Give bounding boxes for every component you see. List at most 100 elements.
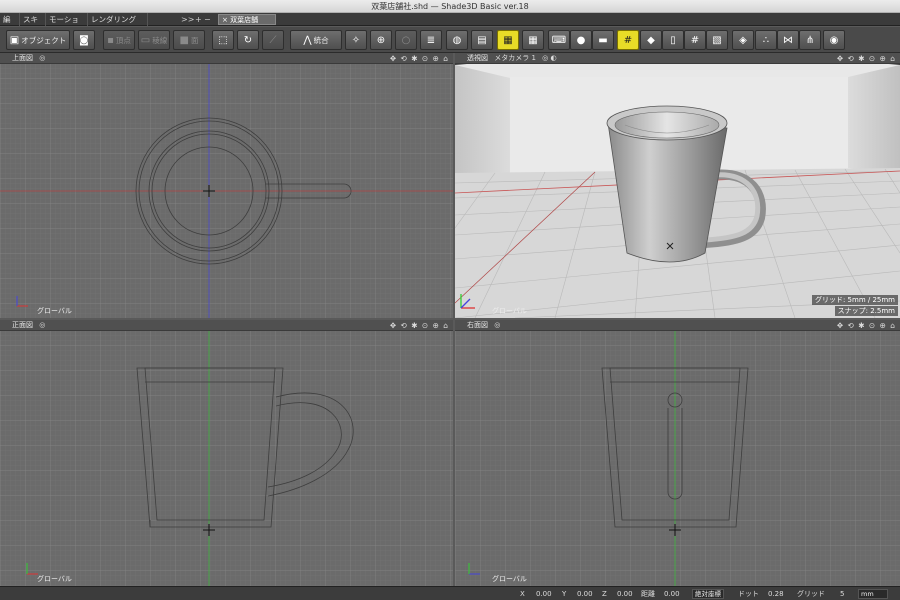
- head-icon: ●: [576, 34, 586, 46]
- globe-button[interactable]: ◍: [446, 30, 468, 50]
- ring-button[interactable]: ○: [395, 30, 417, 50]
- perspective-coordinate-label[interactable]: グローバル: [492, 306, 527, 316]
- x-coord-label: X: [520, 590, 525, 598]
- unit-select[interactable]: mm: [858, 589, 888, 599]
- camera-icon: ◙: [79, 34, 89, 46]
- grid-info: グリッド: 5mm / 25mm: [811, 295, 898, 305]
- grid-table-icon: ▦: [528, 34, 538, 46]
- sphere-icon: ◉: [829, 34, 839, 46]
- expand-tabs-button[interactable]: >>: [181, 13, 194, 26]
- merge-button[interactable]: ⋀ 統合: [290, 30, 342, 50]
- merge-label: 統合: [313, 35, 329, 45]
- grid-toggle-button[interactable]: #: [617, 30, 639, 50]
- layers-icon: ≣: [426, 34, 436, 46]
- close-document-icon[interactable]: ×: [222, 16, 228, 24]
- document-tab[interactable]: × 双葉店舗社.shd: [218, 14, 276, 35]
- keyboard-button[interactable]: ⌨: [548, 30, 570, 50]
- y-coord-label: Y: [562, 590, 567, 598]
- tool-a-button[interactable]: ✧: [345, 30, 367, 50]
- document-icon: ▯: [670, 34, 676, 46]
- selection-frame-icon: ⬚: [218, 34, 228, 46]
- target-button[interactable]: ⊕: [370, 30, 392, 50]
- camera-button[interactable]: ◙: [73, 30, 95, 50]
- dots-icon: ∴: [762, 34, 770, 46]
- top-view-title: 上面図: [12, 54, 33, 62]
- viewport-perspective[interactable]: 透視図 メタカメラ 1 ◎ ◐ ✥ ⟲ ✱ ⊙ ⊕ ⌂ グリッド: 5mm / …: [455, 53, 900, 318]
- status-bar: X 0.00 Y 0.00 Z 0.00 距離 0.00 絶対座標 ドット 0.…: [0, 586, 900, 600]
- edge-label: 稜線: [152, 35, 168, 45]
- mesh-button[interactable]: ⋈: [777, 30, 799, 50]
- front-view-title: 正面図: [12, 321, 33, 329]
- four-view-button[interactable]: ▦: [497, 30, 519, 50]
- menu-tab-motion[interactable]: モーション: [46, 13, 88, 37]
- top-view-coordinate-label[interactable]: グローバル: [37, 306, 72, 316]
- menu-tab-rendering[interactable]: レンダリング: [88, 13, 148, 26]
- view-navigation-icons[interactable]: ✥ ⟲ ✱ ⊙ ⊕ ⌂: [837, 320, 896, 331]
- vertex-mode-button[interactable]: ▪ 頂点: [103, 30, 135, 50]
- edge-mode-button[interactable]: ▭ 稜線: [138, 30, 170, 50]
- camera-selector[interactable]: メタカメラ 1: [494, 53, 536, 64]
- object-mode-button[interactable]: ▣ オブジェクト: [6, 30, 70, 50]
- keyboard-icon: ⌨: [551, 34, 567, 46]
- rotate-button[interactable]: ↻: [237, 30, 259, 50]
- vertex-icon: ▪: [107, 34, 114, 46]
- face-mode-button[interactable]: ■ 面: [173, 30, 205, 50]
- front-view-canvas[interactable]: [0, 320, 453, 586]
- view-navigation-icons[interactable]: ✥ ⟲ ✱ ⊙ ⊕ ⌂: [837, 53, 896, 64]
- viewport-front[interactable]: 正面図 ◎ ✥ ⟲ ✱ ⊙ ⊕ ⌂ グローバル: [0, 320, 453, 586]
- four-view-icon: ▦: [503, 34, 513, 46]
- view-options-icon[interactable]: ◎: [39, 53, 45, 64]
- y-coord-value: 0.00: [577, 590, 593, 598]
- view-options-icon[interactable]: ◎: [494, 320, 500, 331]
- coordinate-mode-select[interactable]: 絶対座標: [692, 589, 724, 599]
- viewport-top[interactable]: 上面図 ◎ ✥ ⟲ ✱ ⊙ ⊕ ⌂ グローバル: [0, 53, 453, 318]
- top-view-canvas[interactable]: [0, 53, 453, 318]
- menu-tab-edit[interactable]: 編集: [0, 13, 20, 37]
- main-toolbar: ▣ オブジェクト ◙ ▪ 頂点 ▭ 稜線 ■ 面 ⬚ ↻ ⟋ ⋀ 統合 ✧ ⊕ ○ ≣ …: [0, 27, 900, 53]
- edge-icon: ▭: [140, 34, 151, 46]
- grid-table-button[interactable]: ▦: [522, 30, 544, 50]
- objects-icon: ◆: [647, 34, 655, 46]
- display-button[interactable]: ▤: [471, 30, 493, 50]
- face-icon: ■: [179, 34, 189, 46]
- right-view-canvas[interactable]: [455, 320, 900, 586]
- remove-tab-button[interactable]: −: [204, 13, 211, 26]
- distance-label: 距離: [641, 590, 655, 598]
- snap-info: スナップ: 2.5mm: [834, 306, 898, 316]
- numeric-icon: #: [690, 34, 700, 46]
- merge-icon: ⋀: [303, 34, 312, 46]
- right-view-coordinate-label[interactable]: グローバル: [492, 574, 527, 584]
- render-button[interactable]: ◉: [823, 30, 845, 50]
- tree-button[interactable]: ⋔: [799, 30, 821, 50]
- view-navigation-icons[interactable]: ✥ ⟲ ✱ ⊙ ⊕ ⌂: [390, 320, 449, 331]
- select-frame-button[interactable]: ⬚: [212, 30, 234, 50]
- distance-value: 0.00: [664, 590, 680, 598]
- menu-tab-skin[interactable]: スキン: [20, 13, 46, 37]
- numeric-button[interactable]: #: [684, 30, 706, 50]
- view-options-icon[interactable]: ◎: [39, 320, 45, 331]
- objects-button[interactable]: ◆: [640, 30, 662, 50]
- perspective-canvas[interactable]: [455, 53, 900, 318]
- grid-label: グリッド: [797, 590, 825, 598]
- ruler-icon: ▧: [712, 34, 722, 46]
- globe-icon: ◍: [452, 34, 462, 46]
- right-view-title: 右面図: [467, 321, 488, 329]
- front-view-header: 正面図 ◎ ✥ ⟲ ✱ ⊙ ⊕ ⌂: [0, 320, 453, 331]
- perspective-view-title: 透視図: [467, 54, 488, 62]
- rotate-icon: ↻: [243, 34, 253, 46]
- view-options-icon[interactable]: ◎ ◐: [542, 53, 556, 64]
- document-button[interactable]: ▯: [662, 30, 684, 50]
- head-button[interactable]: ●: [570, 30, 592, 50]
- view-navigation-icons[interactable]: ✥ ⟲ ✱ ⊙ ⊕ ⌂: [390, 53, 449, 64]
- perspective-view-header: 透視図 メタカメラ 1 ◎ ◐ ✥ ⟲ ✱ ⊙ ⊕ ⌂: [455, 53, 900, 64]
- grid-value: 5: [840, 590, 845, 598]
- add-tab-button[interactable]: +: [195, 13, 202, 26]
- dots-button[interactable]: ∴: [755, 30, 777, 50]
- viewport-right[interactable]: 右面図 ◎ ✥ ⟲ ✱ ⊙ ⊕ ⌂ グローバル: [455, 320, 900, 586]
- ruler-button[interactable]: ▧: [706, 30, 728, 50]
- front-view-coordinate-label[interactable]: グローバル: [37, 574, 72, 584]
- car-button[interactable]: ▬: [592, 30, 614, 50]
- knife-button[interactable]: ⟋: [262, 30, 284, 50]
- cubes-button[interactable]: ◈: [732, 30, 754, 50]
- layers-button[interactable]: ≣: [420, 30, 442, 50]
